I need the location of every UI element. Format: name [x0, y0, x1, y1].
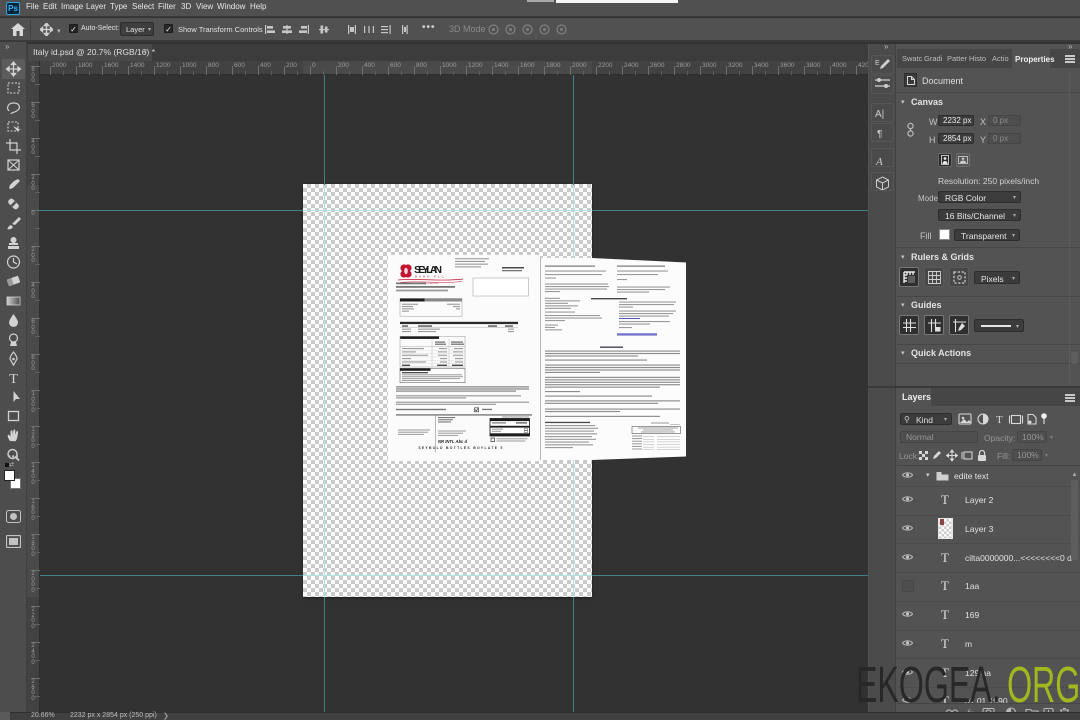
svg-text:T: T: [9, 372, 18, 387]
svg-text:NR INTL Abc d: NR INTL Abc d: [438, 439, 468, 444]
svg-text:T: T: [996, 414, 1003, 426]
svg-text:BANK PLC: BANK PLC: [415, 275, 446, 279]
svg-text:SEYBOLD BOTTLES BOYLATE 5: SEYBOLD BOTTLES BOYLATE 5: [418, 446, 503, 450]
